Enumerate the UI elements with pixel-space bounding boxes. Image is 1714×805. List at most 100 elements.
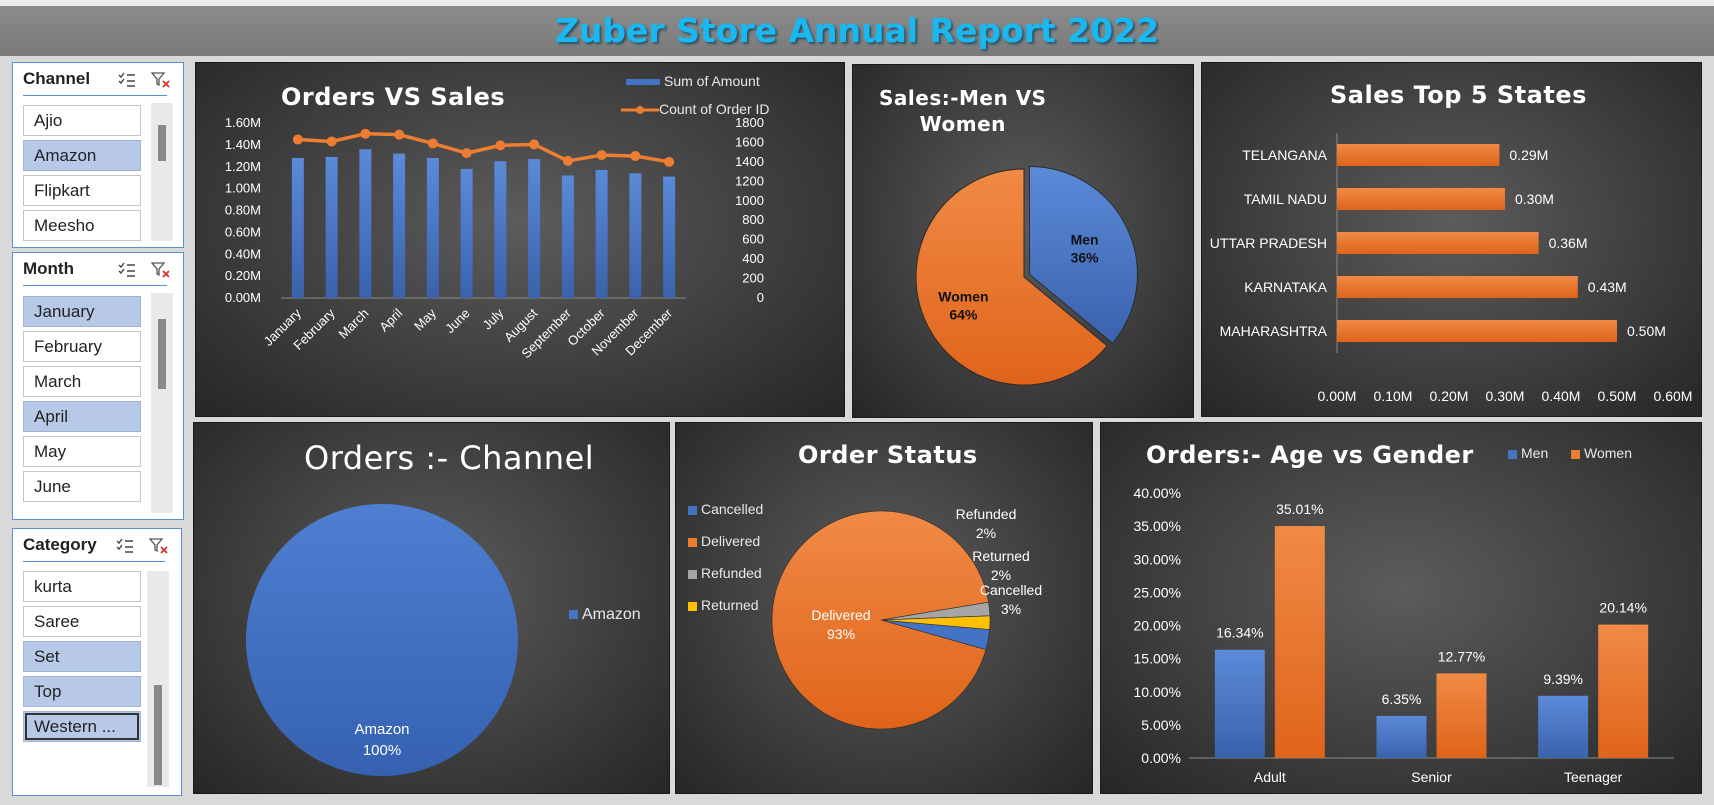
bar-sum-of-amount [291, 158, 304, 298]
slicer-scrollbar[interactable] [151, 293, 173, 513]
slice-label: Cancelled [980, 582, 1042, 598]
scrollbar-thumb[interactable] [158, 319, 166, 389]
bar-state [1337, 276, 1578, 298]
slice-value: 64% [949, 307, 978, 323]
bar-men [1376, 715, 1427, 758]
top-states-chart: TELANGANA 0.29M TAMIL NADU 0.30M UTTAR PRADE… [1210, 133, 1693, 404]
top-states-panel[interactable]: Sales Top 5 States TELANGANA 0.29M TAMIL N… [1201, 62, 1702, 417]
x-tick-label: 0.30M [1486, 388, 1525, 404]
slicer-item-western[interactable]: Western ... [23, 711, 141, 742]
x-tick-label: 0.60M [1654, 388, 1693, 404]
slicer-item-january[interactable]: January [23, 296, 141, 327]
slice-value: 36% [1071, 249, 1100, 265]
y-tick-label: 1.00M [225, 181, 261, 196]
data-label: 20.14% [1599, 600, 1646, 616]
clear-filter-icon[interactable] [151, 71, 171, 89]
bar-sum-of-amount [629, 173, 642, 298]
bar-sum-of-amount [426, 158, 439, 298]
data-label: 0.36M [1549, 235, 1588, 251]
y-tick-label: 10.00% [1134, 684, 1181, 700]
point-count-of-order-id [326, 136, 337, 147]
slicer-item-june[interactable]: June [23, 471, 141, 502]
y-tick-label: 40.00% [1134, 485, 1181, 501]
y2-tick-label: 1000 [735, 193, 764, 208]
multi-select-icon[interactable] [117, 71, 137, 89]
scrollbar-thumb[interactable] [154, 685, 162, 785]
point-count-of-order-id [461, 148, 472, 159]
y2-tick-label: 1200 [735, 173, 764, 188]
bar-women [1436, 673, 1487, 758]
y-tick-label: 1.40M [225, 137, 261, 152]
multi-select-icon[interactable] [117, 261, 137, 279]
y-tick-label: 0.00M [225, 290, 261, 305]
slicer-scrollbar[interactable] [147, 571, 169, 787]
data-label: 9.39% [1543, 671, 1583, 687]
point-count-of-order-id [529, 139, 540, 150]
slicer-item-may[interactable]: May [23, 436, 141, 467]
slicer-item-march[interactable]: March [23, 366, 141, 397]
slicer-item-kurta[interactable]: kurta [23, 571, 141, 602]
slicer-item-april[interactable]: April [23, 401, 141, 432]
point-count-of-order-id [495, 140, 506, 151]
order-status-panel[interactable]: Order Status Cancelled Delivered Refunde… [675, 422, 1093, 794]
slicer-item-amazon[interactable]: Amazon [23, 140, 141, 171]
x-tick-label: March [335, 306, 371, 342]
line-count-of-order-id [297, 131, 670, 164]
orders-vs-sales-chart: 0.00M 0.20M 0.40M 0.60M 0.80M 1.00M 1.20M 1.40M… [225, 115, 764, 361]
slicer-month[interactable]: Month January February March April May June [12, 252, 184, 520]
point-count-of-order-id [596, 150, 607, 161]
y-tick-label: 1.60M [225, 115, 261, 130]
slicer-item-ajio[interactable]: Ajio [23, 105, 141, 136]
multi-select-icon[interactable] [115, 537, 135, 555]
slicer-category[interactable]: Category kurta Saree Set Top Western ... [12, 528, 182, 796]
slice-value: 93% [827, 626, 855, 642]
men-vs-women-panel[interactable]: Sales:-Men VS Women Men 36% Women 64% [852, 64, 1194, 418]
point-count-of-order-id [427, 138, 438, 149]
age-vs-gender-panel[interactable]: Orders:- Age vs Gender Men Women 0.00% 5.… [1100, 422, 1702, 794]
clear-filter-icon[interactable] [151, 261, 171, 279]
orders-channel-panel[interactable]: Orders :- Channel Amazon Amazon 100% [193, 422, 670, 794]
slicer-item-saree[interactable]: Saree [23, 606, 141, 637]
y2-tick-label: 1600 [735, 134, 764, 149]
clear-filter-icon[interactable] [149, 537, 169, 555]
bar-sum-of-amount [494, 161, 507, 298]
point-count-of-order-id [664, 156, 675, 167]
y-tick-label: TAMIL NADU [1244, 191, 1327, 207]
slice-label: Refunded [956, 506, 1017, 522]
slicer-item-meesho[interactable]: Meesho [23, 210, 141, 241]
slicer-scrollbar[interactable] [151, 103, 173, 241]
men-vs-women-pie: Men 36% Women 64% [915, 165, 1138, 386]
slicer-item-flipkart[interactable]: Flipkart [23, 175, 141, 206]
data-label: 6.35% [1382, 691, 1422, 707]
slicer-title: Month [23, 259, 74, 278]
point-count-of-order-id [630, 151, 641, 162]
slice-label: Amazon [354, 721, 409, 738]
x-tick-label: Senior [1411, 769, 1452, 785]
y-tick-label: KARNATAKA [1244, 279, 1327, 295]
bar-sum-of-amount [359, 149, 372, 298]
slicer-item-set[interactable]: Set [23, 641, 141, 672]
slice-value: 3% [1001, 601, 1021, 617]
data-label: 0.43M [1588, 279, 1627, 295]
point-count-of-order-id [360, 128, 371, 139]
orders-vs-sales-panel[interactable]: Orders VS Sales Sum of Amount Count of O… [195, 62, 845, 417]
x-tick-label: 0.10M [1374, 388, 1413, 404]
y-tick-label: 5.00% [1141, 717, 1181, 733]
x-tick-label: 0.20M [1430, 388, 1469, 404]
bar-women [1598, 624, 1649, 758]
scrollbar-thumb[interactable] [158, 125, 166, 161]
x-tick-label: April [376, 305, 405, 334]
slicer-item-february[interactable]: February [23, 331, 141, 362]
bar-sum-of-amount [663, 176, 676, 298]
data-label: 12.77% [1438, 648, 1485, 664]
orders-channel-pie: Amazon 100% [246, 504, 518, 776]
y-tick-label: 15.00% [1134, 651, 1181, 667]
y-tick-label: 30.00% [1134, 551, 1181, 567]
slicer-item-top[interactable]: Top [23, 676, 141, 707]
slicer-channel[interactable]: Channel Ajio Amazon Flipkart Meesho [12, 62, 184, 248]
slicer-header: Month [23, 259, 170, 286]
slice-value: 100% [363, 742, 401, 759]
y2-tick-label: 800 [742, 212, 764, 227]
x-tick-label: July [480, 305, 507, 332]
report-title: Zuber Store Annual Report 2022 [0, 6, 1714, 56]
